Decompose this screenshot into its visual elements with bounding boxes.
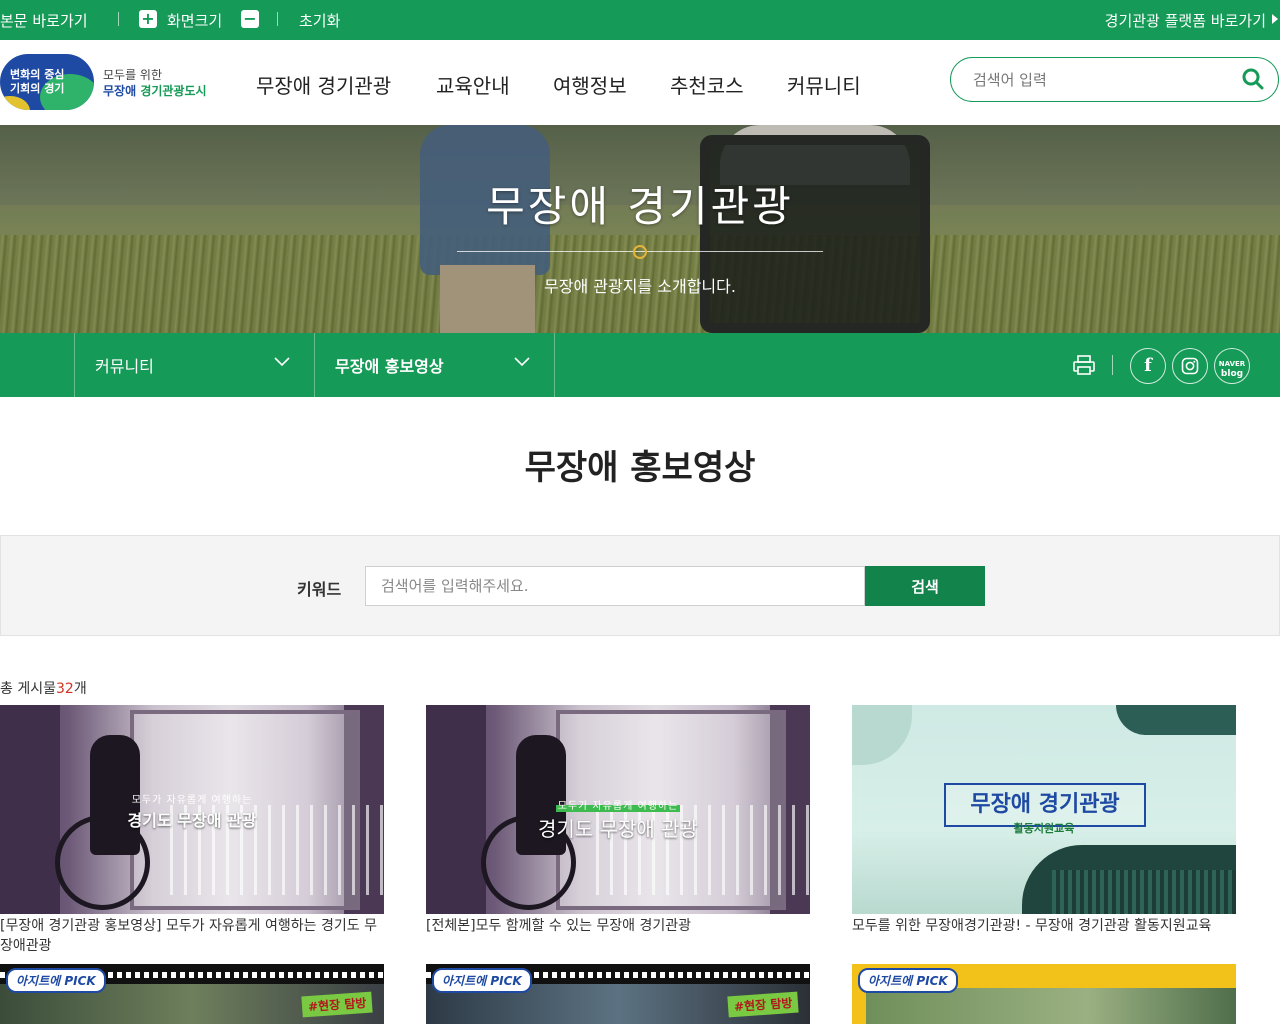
header-search bbox=[950, 57, 1279, 102]
thumbnail-badge: 아지트에 PICK bbox=[6, 968, 106, 993]
zoom-reset-link[interactable]: 초기화 bbox=[299, 10, 340, 31]
video-thumbnail[interactable]: 아지트에 PICK #현장 탐방 bbox=[0, 964, 384, 1024]
skip-to-content-link[interactable]: 본문 바로가기 bbox=[0, 10, 88, 31]
logo-tagline: 모두를 위한 bbox=[103, 68, 163, 82]
platform-link[interactable]: 경기관광 플랫폼 바로가기 bbox=[1105, 10, 1266, 31]
video-card[interactable]: 모두가 자유롭게 여행하는 경기도 무장애 관광 [전체본]모두 함께할 수 있… bbox=[426, 705, 810, 936]
video-card[interactable]: 아지트에 PICK #현장 탐방 bbox=[0, 964, 384, 1024]
video-card[interactable]: 모두가 자유롭게 여행하는 경기도 무장애 관광 [무장애 경기관광 홍보영상]… bbox=[0, 705, 384, 956]
divider bbox=[277, 12, 278, 26]
gnb-item-travel-info[interactable]: 여행정보 bbox=[553, 70, 627, 99]
facebook-icon[interactable]: f bbox=[1130, 348, 1166, 384]
video-thumbnail[interactable]: 무장애 경기관광 활동지원교육 bbox=[852, 705, 1236, 914]
gnb-item-community[interactable]: 커뮤니티 bbox=[787, 70, 861, 99]
logo-name: 무장애 경기관광도시 bbox=[103, 84, 207, 98]
video-card[interactable]: 아지트에 PICK bbox=[852, 964, 1236, 1024]
hero-banner: 무장애 경기관광 무장애 관광지를 소개합니다. bbox=[0, 125, 1280, 333]
chevron-down-icon[interactable] bbox=[514, 357, 530, 367]
thumbnail-caption: 활동지원교육 bbox=[1013, 822, 1075, 835]
board-search-form: 키워드 검색 bbox=[0, 535, 1280, 636]
video-thumbnail[interactable]: 아지트에 PICK bbox=[852, 964, 1236, 1024]
gnb-item-education[interactable]: 교육안내 bbox=[436, 70, 510, 99]
print-icon[interactable] bbox=[1072, 353, 1096, 377]
gnb-item-courses[interactable]: 추천코스 bbox=[670, 70, 744, 99]
arrow-right-icon bbox=[1272, 14, 1278, 24]
zoom-label: 화면크기 bbox=[167, 12, 223, 30]
search-button[interactable]: 검색 bbox=[865, 566, 985, 606]
location-depth1[interactable]: 커뮤니티 bbox=[95, 353, 154, 377]
thumbnail-caption: 모두가 자유롭게 여행하는 bbox=[131, 795, 253, 806]
site-logo[interactable]: 변화의 중심 기회의 경기 bbox=[0, 54, 94, 110]
thumbnail-title: 경기도 무장애 관광 bbox=[127, 811, 257, 830]
naver-blog-icon[interactable]: NAVER blog bbox=[1214, 348, 1250, 384]
chevron-down-icon[interactable] bbox=[274, 357, 290, 367]
site-header: 변화의 중심 기회의 경기 모두를 위한 무장애 경기관광도시 무장애 경기관광 … bbox=[0, 40, 1280, 125]
video-title[interactable]: [무장애 경기관광 홍보영상] 모두가 자유롭게 여행하는 경기도 무장애관광 bbox=[0, 916, 384, 956]
divider bbox=[118, 12, 119, 26]
video-card[interactable]: 무장애 경기관광 활동지원교육 모두를 위한 무장애경기관광! - 무장애 경기… bbox=[852, 705, 1236, 936]
keyword-label: 키워드 bbox=[297, 580, 342, 599]
video-thumbnail[interactable]: 모두가 자유롭게 여행하는 경기도 무장애 관광 bbox=[0, 705, 384, 914]
thumbnail-badge: 아지트에 PICK bbox=[858, 968, 958, 993]
keyword-input[interactable] bbox=[365, 566, 865, 606]
location-depth2[interactable]: 무장애 홍보영상 bbox=[335, 353, 444, 377]
page-title: 무장애 홍보영상 bbox=[524, 448, 756, 488]
zoom-in-button[interactable]: + bbox=[139, 10, 157, 28]
video-card[interactable]: 아지트에 PICK #현장 탐방 bbox=[426, 964, 810, 1024]
video-title[interactable]: [전체본]모두 함께할 수 있는 무장애 경기관광 bbox=[426, 916, 810, 936]
instagram-icon[interactable] bbox=[1172, 348, 1208, 384]
gnb-item-barrier-free[interactable]: 무장애 경기관광 bbox=[256, 70, 391, 99]
video-thumbnail[interactable]: 모두가 자유롭게 여행하는 경기도 무장애 관광 bbox=[426, 705, 810, 914]
thumbnail-badge: 아지트에 PICK bbox=[432, 968, 532, 993]
zoom-out-button[interactable]: − bbox=[241, 10, 259, 28]
hero-title: 무장애 경기관광 bbox=[486, 182, 794, 231]
video-title[interactable]: 모두를 위한 무장애경기관광! - 무장애 경기관광 활동지원교육 bbox=[852, 916, 1236, 936]
thumbnail-title: 경기도 무장애 관광 bbox=[538, 817, 698, 841]
total-count: 총 게시물32개 bbox=[0, 681, 87, 697]
search-icon[interactable] bbox=[1242, 68, 1264, 90]
thumbnail-caption: 모두가 자유롭게 여행하는 bbox=[556, 797, 680, 812]
hero-subtitle: 무장애 관광지를 소개합니다. bbox=[544, 277, 736, 296]
hero-divider-dot bbox=[633, 245, 647, 259]
header-search-input[interactable] bbox=[973, 69, 1223, 91]
video-thumbnail[interactable]: 아지트에 PICK #현장 탐방 bbox=[426, 964, 810, 1024]
utility-bar: 본문 바로가기 + 화면크기 − 초기화 경기관광 플랫폼 바로가기 bbox=[0, 0, 1280, 40]
location-bar: 커뮤니티 무장애 홍보영상 f NAVER blog bbox=[0, 333, 1280, 397]
